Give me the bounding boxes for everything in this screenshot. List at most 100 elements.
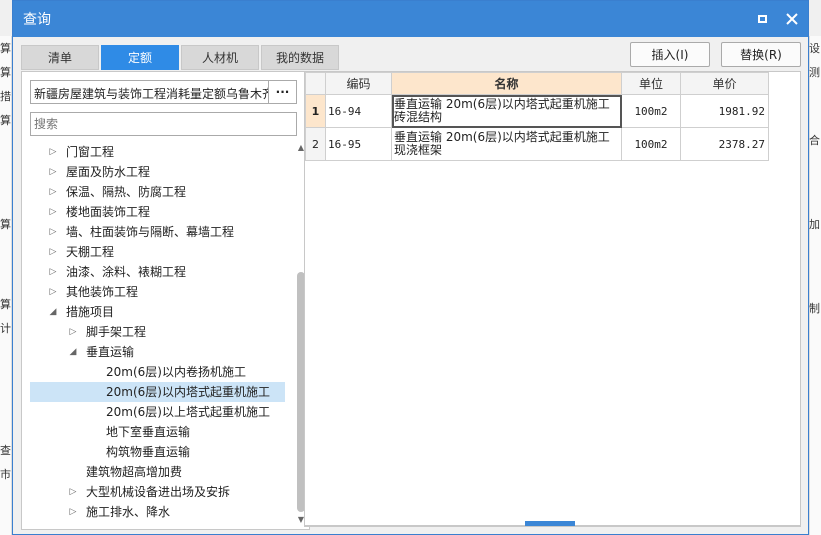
tree-node[interactable]: ◢ 措施项目 [30, 302, 285, 322]
unit-cell[interactable]: 100m2 [621, 94, 681, 128]
tree-node[interactable]: ▷ 墙、柱面装饰与隔断、幕墙工程 [30, 222, 285, 242]
tree-node-label: 油漆、涂料、裱糊工程 [66, 265, 187, 279]
quota-grid-pane: 编码 名称 单位 单价 1 16-94 垂直运输 20m(6层)以内塔式起重机施… [304, 71, 801, 527]
quota-table: 编码 名称 单位 单价 1 16-94 垂直运输 20m(6层)以内塔式起重机施… [305, 72, 769, 161]
background-right-strip [809, 36, 821, 535]
tree-node[interactable]: ▷ 油漆、涂料、裱糊工程 [30, 262, 285, 282]
header-name[interactable]: 名称 [391, 72, 622, 95]
tree-node-label: 施工排水、降水 [86, 505, 171, 519]
tree-node-label: 墙、柱面装饰与隔断、幕墙工程 [66, 225, 235, 239]
collapsed-arrow-icon[interactable]: ▷ [68, 482, 78, 502]
collapsed-arrow-icon[interactable]: ▷ [48, 242, 58, 262]
tree-node[interactable]: 构筑物垂直运输 [30, 442, 285, 462]
tree-node-label: 措施项目 [66, 305, 115, 319]
tree-node-label: 屋面及防水工程 [66, 165, 151, 179]
table-row[interactable]: 2 16-95 垂直运输 20m(6层)以内塔式起重机施工 现浇框架 100m2… [305, 127, 769, 161]
tab-quota[interactable]: 定额 [101, 45, 179, 70]
table-corner [305, 72, 326, 95]
name-cell[interactable]: 垂直运输 20m(6层)以内塔式起重机施工 砖混结构 [391, 94, 622, 128]
tree-node[interactable]: ▷ 其他装饰工程 [30, 282, 285, 302]
tree-node[interactable]: 地下室垂直运输 [30, 422, 285, 442]
background-right-mark: 设 [809, 42, 820, 55]
price-cell[interactable]: 2378.27 [680, 127, 769, 161]
tab-strip: 清单 定额 人材机 我的数据 [21, 45, 339, 70]
tab-bill[interactable]: 清单 [21, 45, 99, 70]
background-left-mark: 算 [0, 114, 11, 127]
collapsed-arrow-icon[interactable]: ▷ [48, 222, 58, 242]
collapsed-arrow-icon[interactable]: ▷ [48, 182, 58, 202]
tree-node-label: 保温、隔热、防腐工程 [66, 185, 187, 199]
tree-node[interactable]: ▷ 门窗工程 [30, 142, 285, 162]
background-left-mark: 措 [0, 90, 11, 103]
tree-node-label: 建筑物超高增加费 [86, 465, 183, 479]
collapsed-arrow-icon[interactable]: ▷ [48, 142, 58, 162]
tree-node[interactable]: ▷ 大型机械设备进出场及安拆 [30, 482, 285, 502]
row-number: 1 [305, 94, 326, 128]
tree-node[interactable]: ▷ 脚手架工程 [30, 322, 285, 342]
tab-materials[interactable]: 人材机 [181, 45, 259, 70]
collapsed-arrow-icon[interactable]: ▷ [68, 502, 78, 522]
table-row[interactable]: 1 16-94 垂直运输 20m(6层)以内塔式起重机施工 砖混结构 100m2… [305, 94, 769, 128]
tree-node-label: 20m(6层)以内塔式起重机施工 [106, 385, 270, 399]
tree-node-label: 垂直运输 [86, 345, 135, 359]
background-right-mark: 合 [809, 134, 820, 147]
background-left-mark: 算 [0, 218, 11, 231]
tree-node-label: 脚手架工程 [86, 325, 147, 339]
collapsed-arrow-icon[interactable]: ▷ [48, 162, 58, 182]
window-title: 查询 [23, 12, 51, 28]
maximize-icon[interactable] [754, 11, 770, 27]
background-left-mark: 查 [0, 444, 11, 457]
background-left-mark: 算 [0, 298, 11, 311]
expanded-arrow-icon[interactable]: ◢ [48, 302, 58, 322]
title-bar: 查询 [13, 1, 808, 37]
tree-node[interactable]: ▷ 屋面及防水工程 [30, 162, 285, 182]
tree-node-label: 大型机械设备进出场及安拆 [86, 485, 231, 499]
name-cell[interactable]: 垂直运输 20m(6层)以内塔式起重机施工 现浇框架 [391, 127, 622, 161]
background-left-mark: 市 [0, 468, 11, 481]
tree-node[interactable]: ▷ 楼地面装饰工程 [30, 202, 285, 222]
tree-node[interactable]: 20m(6层)以内塔式起重机施工 [30, 382, 285, 402]
tree-node-label: 楼地面装饰工程 [66, 205, 151, 219]
background-right-mark: 加 [809, 218, 820, 231]
tree-node[interactable]: 建筑物超高增加费 [30, 462, 285, 482]
header-price[interactable]: 单价 [680, 72, 769, 95]
header-unit[interactable]: 单位 [621, 72, 681, 95]
tree-node[interactable]: 20m(6层)以内卷扬机施工 [30, 362, 285, 382]
tree-node[interactable]: ▷ 保温、隔热、防腐工程 [30, 182, 285, 202]
search-input[interactable] [30, 112, 297, 136]
background-right-mark: 制 [809, 302, 820, 315]
close-icon[interactable] [784, 11, 800, 27]
code-cell[interactable]: 16-95 [325, 127, 392, 161]
tree-node-label: 门窗工程 [66, 145, 115, 159]
collapsed-arrow-icon[interactable]: ▷ [48, 262, 58, 282]
more-button[interactable]: ··· [268, 81, 296, 103]
expanded-arrow-icon[interactable]: ◢ [68, 342, 78, 362]
tab-my-data[interactable]: 我的数据 [261, 45, 339, 70]
quota-db-selector[interactable]: 新疆房屋建筑与装饰工程消耗量定额乌鲁木齐 ··· [30, 80, 297, 104]
tree-node-label: 20m(6层)以上塔式起重机施工 [106, 405, 270, 419]
header-code[interactable]: 编码 [325, 72, 392, 95]
tree-node-label: 20m(6层)以内卷扬机施工 [106, 365, 246, 379]
collapsed-arrow-icon[interactable]: ▷ [48, 282, 58, 302]
tree-node-label: 天棚工程 [66, 245, 115, 259]
background-left-mark: 算 [0, 42, 11, 55]
tree-node[interactable]: ▷ 施工排水、降水 [30, 502, 285, 522]
code-cell[interactable]: 16-94 [325, 94, 392, 128]
tree-node[interactable]: ▷ 天棚工程 [30, 242, 285, 262]
tree-node[interactable]: ◢ 垂直运输 [30, 342, 285, 362]
collapsed-arrow-icon[interactable]: ▷ [68, 322, 78, 342]
price-cell[interactable]: 1981.92 [680, 94, 769, 128]
tree-node[interactable]: 20m(6层)以上塔式起重机施工 [30, 402, 285, 422]
tree-node-label: 地下室垂直运输 [106, 425, 191, 439]
unit-cell[interactable]: 100m2 [621, 127, 681, 161]
background-left-strip [0, 36, 12, 535]
quota-tree-pane: 新疆房屋建筑与装饰工程消耗量定额乌鲁木齐 ··· ▷ 门窗工程 ▷ 屋面及防水工程 ▷ 保… [21, 71, 310, 530]
splitter-handle[interactable] [525, 521, 575, 526]
tree-node-label: 其他装饰工程 [66, 285, 139, 299]
collapsed-arrow-icon[interactable]: ▷ [48, 202, 58, 222]
background-left-mark: 算 [0, 66, 11, 79]
tree-node-label: 构筑物垂直运输 [106, 445, 191, 459]
quota-db-name: 新疆房屋建筑与装饰工程消耗量定额乌鲁木齐 [34, 87, 268, 101]
replace-button[interactable]: 替换(R) [721, 42, 801, 67]
insert-button[interactable]: 插入(I) [630, 42, 710, 67]
